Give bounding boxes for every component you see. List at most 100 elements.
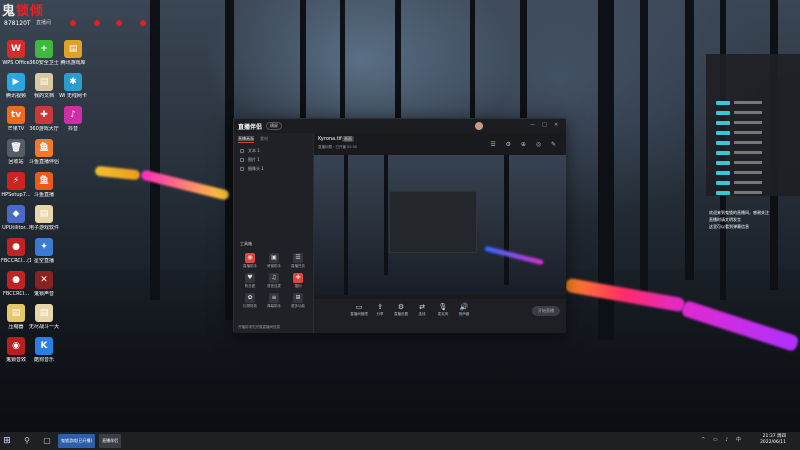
logo-char-2: 锁: [16, 4, 31, 19]
desktop-icon[interactable]: ◉ 鬼锁音效: [1, 337, 31, 363]
desktop-icon[interactable]: K 酷狗音乐: [29, 337, 59, 363]
app-icon: 鱼: [35, 172, 53, 190]
tool-button[interactable]: ≡ 弹幕助手: [262, 293, 286, 309]
desktop-icon[interactable]: 鱼斗鱼直播: [29, 172, 59, 198]
app-icon: ▤: [35, 73, 53, 91]
live-control-button[interactable]: 🎙 麦克风: [434, 303, 452, 317]
source-label: 文本 1: [248, 147, 260, 153]
tool-label: 福利: [294, 284, 302, 288]
control-icon: 🎙: [438, 303, 448, 311]
desktop-icon[interactable]: ✚ 360游戏大厅: [29, 106, 59, 132]
live-control-button[interactable]: ▭ 直播间管理: [350, 303, 368, 317]
tool-label: 更多功能: [291, 304, 305, 308]
desktop-icon[interactable]: ♪ 抖音: [58, 106, 88, 132]
desktop-icon[interactable]: +360安全卫士: [29, 40, 59, 66]
live-control-button[interactable]: ⇪ 分享: [371, 303, 389, 317]
close-button[interactable]: ✕: [554, 122, 558, 128]
desktop-icon[interactable]: ▤ 我的文档: [29, 73, 59, 99]
desktop-icon[interactable]: ▤ 压缩器: [1, 304, 31, 330]
app-icon: ▤: [35, 205, 53, 223]
taskbar-app-browser[interactable]: 鬼锁游戏(已开播): [58, 434, 96, 448]
desktop-icon-label: FBCCRCl...: [2, 291, 30, 297]
task-view-icon[interactable]: ▢: [40, 435, 54, 447]
tool-button[interactable]: ✿ 礼物特效: [238, 293, 262, 309]
panel-footer-text: 开播前请先完善直播间信息: [238, 325, 280, 329]
desktop-icon[interactable]: ⚡ HPSetup7...: [1, 172, 31, 198]
desktop-icon-label: Wi 无线网卡: [59, 93, 87, 99]
control-icon: ▭: [355, 303, 363, 311]
desktop-icon[interactable]: W WPS Office: [1, 40, 31, 66]
desktop-icon[interactable]: ● FBCCRCl...(1): [1, 238, 31, 264]
maximize-button[interactable]: □: [542, 122, 547, 128]
preview-toolbar-icons[interactable]: ☰ ⚙ ⊕ ◎ ✎: [490, 141, 560, 148]
live-control-button[interactable]: 🔊 扬声器: [455, 303, 473, 317]
tab-materials[interactable]: 素材: [260, 136, 268, 143]
app-logo: 直播伴侣: [238, 123, 263, 131]
system-tray[interactable]: ^ ▭ ♪ 中: [701, 436, 744, 443]
tab-live-scene[interactable]: 直播画面: [238, 136, 254, 143]
desktop-icon[interactable]: ◆ UPUtilitor...: [1, 205, 31, 231]
user-level-badge: [716, 190, 730, 195]
tool-label: 直播任务: [291, 264, 305, 268]
live-control-button[interactable]: ⚙ 直播设置: [392, 303, 410, 317]
desktop-icon[interactable]: ✦ 星空直播: [29, 238, 59, 264]
tool-button[interactable]: ▣ 房管助手: [262, 253, 286, 269]
control-icon: ⇄: [419, 303, 425, 311]
desktop-icon[interactable]: 🗑 回收站: [1, 139, 31, 165]
desktop-icon[interactable]: ▤ 腾讯游戏库: [58, 40, 88, 66]
taskbar-clock[interactable]: 21:37 周四 2022/06/11: [760, 434, 786, 446]
visibility-checkbox[interactable]: [240, 166, 244, 171]
start-live-button[interactable]: 开始直播: [532, 306, 560, 316]
mode-pill[interactable]: 横屏: [266, 122, 283, 130]
chat-notice-3: 这里可以看到弹幕信息: [709, 224, 749, 229]
desktop-icon[interactable]: ▶ 腾讯视频: [1, 73, 31, 99]
app-icon: ✦: [35, 238, 53, 256]
desktop-icon[interactable]: 鱼斗鱼直播伴侣: [29, 139, 59, 165]
chat-message-text: [734, 191, 762, 194]
app-icon: ●: [7, 238, 25, 256]
taskbar-app-live[interactable]: 直播伴侣: [99, 434, 122, 448]
tool-button[interactable]: ✚ 福利: [286, 273, 310, 289]
start-button[interactable]: ⊞: [0, 436, 14, 446]
desktop-icon[interactable]: ▤ 电子游戏软件汇总: [29, 205, 59, 231]
source-item[interactable]: 图片 1: [234, 155, 313, 164]
tool-button[interactable]: ♫ 语音连麦: [262, 273, 286, 289]
source-item[interactable]: 摄像头 1: [234, 164, 313, 173]
source-item[interactable]: 文本 1: [234, 146, 313, 155]
chat-message-row: [716, 182, 794, 195]
tool-button[interactable]: ◉ 直播助手: [238, 253, 262, 269]
live-control-button[interactable]: ⇄ 连线: [413, 303, 431, 317]
visibility-checkbox[interactable]: [240, 148, 244, 153]
control-icon: 🔊: [459, 303, 469, 311]
desktop-icon[interactable]: ✱ Wi 无线网卡: [58, 73, 88, 99]
streaming-app-window[interactable]: 直播伴侣 横屏 — □ ✕ 直播画面 素材 文本 1 图片 1 摄像头 1 工具…: [233, 118, 566, 333]
desktop-icon-label: 360游戏大厅: [29, 126, 59, 132]
visibility-checkbox[interactable]: [240, 157, 244, 162]
desktop-icon-label: 斗鱼直播伴侣: [29, 159, 59, 165]
tool-icon: ☰: [293, 253, 303, 263]
desktop-icon-label: 酷狗音乐: [33, 357, 54, 363]
app-icon: ✚: [35, 106, 53, 124]
tool-button[interactable]: ⊞ 更多功能: [286, 293, 310, 309]
chat-notice-2: 直播时请文明发言: [709, 217, 741, 222]
minimize-button[interactable]: —: [530, 122, 535, 128]
desktop-icon-label: 芒果TV: [7, 126, 25, 132]
search-icon[interactable]: ⚲: [20, 435, 34, 447]
desktop-icon[interactable]: ● FBCCRCl...: [1, 271, 31, 297]
preview-canvas[interactable]: [314, 155, 566, 295]
app-icon: ♪: [64, 106, 82, 124]
desktop-icon[interactable]: tv 芒果TV: [1, 106, 31, 132]
room-id: 878120T: [4, 20, 31, 27]
app-titlebar[interactable]: 直播伴侣 横屏 — □ ✕: [234, 119, 566, 133]
tool-icon: ♥: [245, 273, 255, 283]
tool-button[interactable]: ☰ 直播任务: [286, 253, 310, 269]
tool-button[interactable]: ♥ 粉丝团: [238, 273, 262, 289]
avatar[interactable]: [475, 122, 483, 130]
app-icon: +: [35, 40, 53, 58]
desktop-icon-label: WPS Office: [2, 60, 30, 66]
logo-char-3: 倾: [30, 4, 45, 19]
desktop-icon[interactable]: ▤ 无尽战斗一大...: [29, 304, 59, 330]
app-icon: ◆: [7, 205, 25, 223]
app-icon: tv: [7, 106, 25, 124]
desktop-icon[interactable]: ✕ 鬼锁声音: [29, 271, 59, 297]
